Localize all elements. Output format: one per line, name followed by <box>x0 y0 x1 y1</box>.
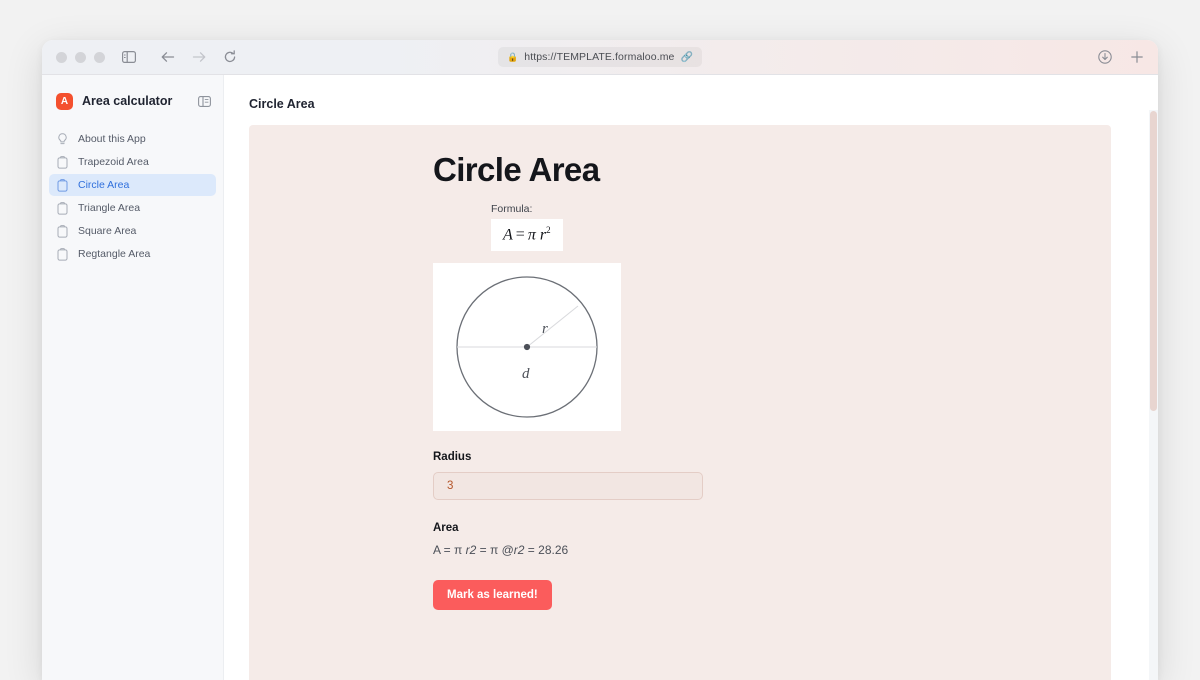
plus-icon[interactable] <box>1130 50 1144 64</box>
link-icon[interactable]: 🔗 <box>681 52 693 63</box>
formula-equals: = <box>515 226 525 244</box>
sidebar-panel-icon[interactable] <box>122 51 136 63</box>
formula-exponent: 2 <box>546 225 551 235</box>
formula-label: Formula: <box>491 203 533 215</box>
area-italic-2: r2 <box>513 543 525 558</box>
browser-window: 🔒 https://TEMPLATE.formaloo.me 🔗 A Area … <box>42 40 1158 680</box>
sidebar-item-label: Triangle Area <box>78 202 141 214</box>
area-result: A = π r2 = π @r2 = 28.26 <box>433 543 1111 557</box>
app-title: Area calculator <box>82 94 173 108</box>
formula-lhs: A <box>503 226 513 244</box>
sidebar-item-circle-area[interactable]: Circle Area <box>49 174 216 196</box>
sidebar-item-label: Regtangle Area <box>78 248 151 260</box>
download-icon[interactable] <box>1098 50 1112 64</box>
area-middle: = π @ <box>476 543 514 558</box>
area-label: Area <box>433 522 459 535</box>
toolbar-right-actions <box>1098 50 1144 64</box>
reload-icon[interactable] <box>223 50 237 64</box>
sidebar-item-label: Circle Area <box>78 179 130 191</box>
url-text: https://TEMPLATE.formaloo.me <box>524 51 675 63</box>
content-panel: Circle Area Formula: A = π r2 r d Radius… <box>249 125 1111 680</box>
sidebar-item-triangle-area[interactable]: Triangle Area <box>49 197 216 219</box>
area-suffix: = 28.26 <box>524 543 569 558</box>
formula-section: Formula: A = π r2 <box>491 203 1111 252</box>
sidebar-item-label: Trapezoid Area <box>78 156 149 168</box>
area-italic-1: r2 <box>465 543 477 558</box>
sidebar-item-trapezoid-area[interactable]: Trapezoid Area <box>49 151 216 173</box>
sidebar-item-about-this-app[interactable]: About this App <box>49 128 216 150</box>
main-content: Circle Area Circle Area Formula: A = π r2 <box>224 75 1158 680</box>
circle-area-heading: Circle Area <box>433 151 600 188</box>
clipboard-icon <box>57 224 68 238</box>
lightbulb-icon <box>57 132 68 146</box>
scrollbar-thumb[interactable] <box>1150 111 1157 411</box>
clipboard-icon <box>57 155 68 169</box>
app-body: A Area calculator About this App Trapezo… <box>42 75 1158 680</box>
browser-toolbar: 🔒 https://TEMPLATE.formaloo.me 🔗 <box>42 40 1158 75</box>
clipboard-icon <box>57 201 68 215</box>
clipboard-icon <box>57 178 68 192</box>
minimize-window-button[interactable] <box>75 51 86 63</box>
radius-input[interactable] <box>433 472 703 501</box>
traffic-lights <box>56 51 105 63</box>
mark-as-learned-button[interactable]: Mark as learned! <box>433 580 552 611</box>
app-header: A Area calculator <box>42 84 223 118</box>
maximize-window-button[interactable] <box>94 51 105 63</box>
lock-icon: 🔒 <box>507 51 519 62</box>
area-prefix: A = π <box>433 543 466 558</box>
sidebar-item-square-area[interactable]: Square Area <box>49 220 216 242</box>
formula-pi: π <box>527 226 536 244</box>
arrow-left-icon[interactable] <box>161 51 175 63</box>
navigation-arrows <box>161 50 237 64</box>
diameter-label: d <box>522 366 530 382</box>
app-logo: A <box>56 92 73 110</box>
formula-expression: A = π r2 <box>491 219 563 252</box>
sidebar-nav-list: About this App Trapezoid Area Circle Are… <box>42 128 223 265</box>
page-title: Circle Area <box>249 97 315 111</box>
panel-inner: Circle Area Formula: A = π r2 r d Radius… <box>249 151 1111 611</box>
circle-diagram: r d <box>433 263 621 432</box>
sidebar-item-label: Square Area <box>78 225 137 237</box>
sidebar-item-regtangle-area[interactable]: Regtangle Area <box>49 243 216 265</box>
panel-toggle-icon[interactable] <box>198 95 211 107</box>
radius-label: r <box>542 321 548 337</box>
radius-label: Radius <box>433 451 472 464</box>
address-bar[interactable]: 🔒 https://TEMPLATE.formaloo.me 🔗 <box>498 47 702 67</box>
clipboard-icon <box>57 247 68 261</box>
sidebar: A Area calculator About this App Trapezo… <box>42 75 224 680</box>
close-window-button[interactable] <box>56 51 67 63</box>
sidebar-item-label: About this App <box>78 133 146 145</box>
arrow-right-icon[interactable] <box>192 51 206 63</box>
